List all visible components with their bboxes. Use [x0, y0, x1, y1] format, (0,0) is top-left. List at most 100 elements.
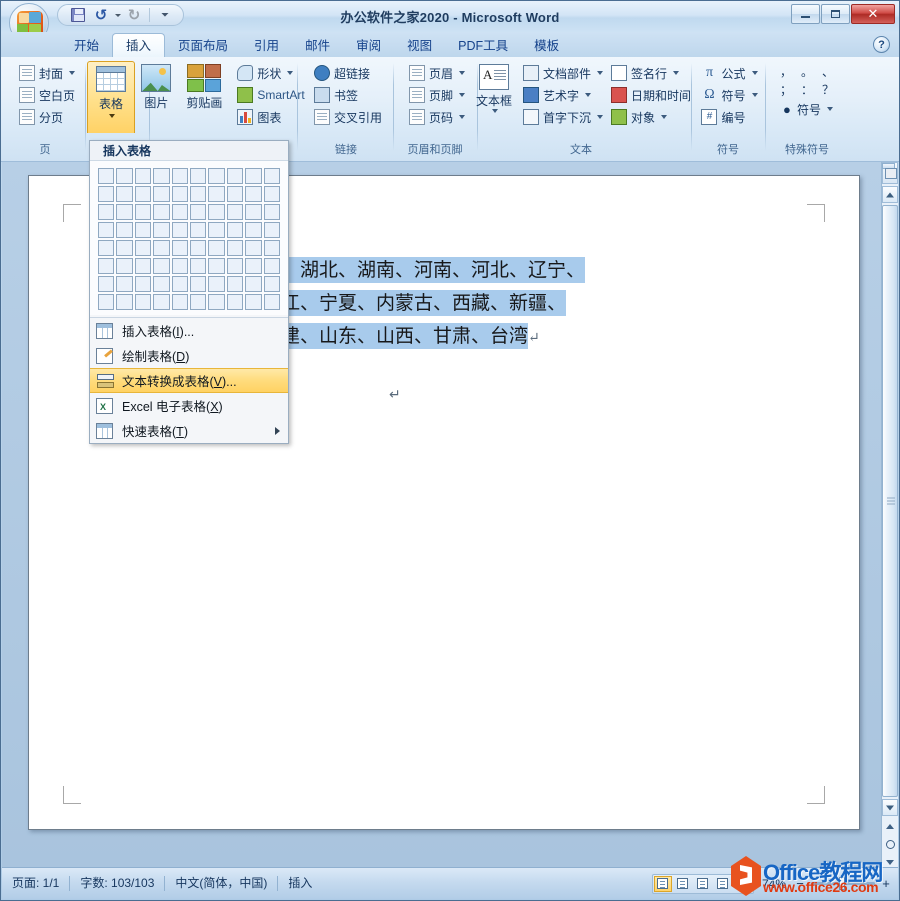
table-size-cell[interactable]: [171, 204, 188, 220]
scroll-up-button[interactable]: [882, 186, 898, 203]
table-size-cell[interactable]: [263, 276, 280, 292]
clip-art-button[interactable]: 剪贴画: [178, 62, 230, 111]
table-size-cell[interactable]: [226, 240, 244, 256]
zoom-out-button[interactable]: −: [794, 876, 806, 891]
table-size-cell[interactable]: [116, 276, 133, 292]
table-size-cell[interactable]: [153, 240, 170, 256]
table-size-cell[interactable]: [98, 168, 115, 184]
table-size-cell[interactable]: [153, 168, 170, 184]
table-size-cell[interactable]: [208, 276, 225, 292]
table-size-cell[interactable]: [153, 294, 170, 310]
table-size-cell[interactable]: [208, 204, 225, 220]
table-size-cell[interactable]: [226, 222, 244, 238]
special-symbol-button[interactable]: ● 符号: [778, 98, 836, 120]
table-size-cell[interactable]: [189, 240, 207, 256]
table-size-cell[interactable]: [171, 240, 188, 256]
table-size-cell[interactable]: [263, 222, 280, 238]
previous-page-button[interactable]: [882, 818, 898, 835]
tab-templates[interactable]: 模板: [521, 35, 572, 58]
table-size-cell[interactable]: [171, 168, 188, 184]
table-size-cell[interactable]: [116, 204, 133, 220]
hyperlink-button[interactable]: 超链接: [311, 62, 373, 84]
table-size-cell[interactable]: [98, 204, 115, 220]
text-box-button[interactable]: A 文本框: [468, 62, 520, 113]
table-size-cell[interactable]: [245, 294, 262, 310]
tab-pdf-tools[interactable]: PDF工具: [445, 35, 521, 58]
table-size-cell[interactable]: [263, 258, 280, 274]
table-size-cell[interactable]: [208, 168, 225, 184]
table-size-cell[interactable]: [189, 276, 207, 292]
close-button[interactable]: ✕: [851, 4, 895, 24]
table-size-cell[interactable]: [153, 258, 170, 274]
table-size-cell[interactable]: [116, 222, 133, 238]
symbol-colon[interactable]: ：: [801, 81, 813, 98]
menu-item-quick-tables[interactable]: 快速表格(T): [90, 418, 288, 443]
picture-button[interactable]: 图片: [134, 62, 178, 111]
table-size-cell[interactable]: [134, 204, 152, 220]
page-break-button[interactable]: 分页: [16, 106, 66, 128]
tab-insert[interactable]: 插入: [112, 33, 166, 58]
table-size-cell[interactable]: [153, 276, 170, 292]
page-number-button[interactable]: 页码: [406, 106, 468, 128]
table-size-cell[interactable]: [263, 186, 280, 202]
table-size-cell[interactable]: [153, 222, 170, 238]
table-size-cell[interactable]: [208, 222, 225, 238]
table-size-cell[interactable]: [116, 168, 133, 184]
table-size-cell[interactable]: [245, 276, 262, 292]
symbol-button[interactable]: Ω 符号: [698, 84, 760, 106]
menu-item-convert-text-to-table[interactable]: 文本转换成表格(V)...: [90, 368, 288, 393]
table-size-cell[interactable]: [98, 222, 115, 238]
table-size-cell[interactable]: [134, 168, 152, 184]
table-size-cell[interactable]: [98, 258, 115, 274]
table-size-cell[interactable]: [226, 276, 244, 292]
help-button[interactable]: ?: [873, 36, 890, 53]
table-size-cell[interactable]: [171, 276, 188, 292]
symbol-question[interactable]: ？: [822, 81, 834, 98]
table-size-cell[interactable]: [226, 294, 244, 310]
outline-view-button[interactable]: [714, 876, 732, 892]
table-size-cell[interactable]: [153, 186, 170, 202]
vertical-scroll-thumb[interactable]: [882, 205, 898, 797]
table-size-cell[interactable]: [263, 168, 280, 184]
table-size-cell[interactable]: [98, 276, 115, 292]
table-size-cell[interactable]: [171, 294, 188, 310]
table-size-cell[interactable]: [116, 240, 133, 256]
tab-page-layout[interactable]: 页面布局: [165, 35, 241, 58]
table-button[interactable]: 表格: [87, 61, 135, 133]
blank-page-button[interactable]: 空白页: [16, 84, 78, 106]
table-size-cell[interactable]: [189, 222, 207, 238]
table-size-cell[interactable]: [153, 204, 170, 220]
select-browse-object-button[interactable]: [882, 836, 898, 853]
status-language[interactable]: 中文(简体，中国): [165, 874, 277, 893]
header-button[interactable]: 页眉: [406, 62, 468, 84]
table-size-cell[interactable]: [171, 258, 188, 274]
signature-line-button[interactable]: 签名行: [608, 62, 694, 84]
table-size-grid[interactable]: [98, 168, 280, 310]
zoom-slider[interactable]: − +: [794, 876, 892, 891]
status-word-count[interactable]: 字数: 103/103: [70, 874, 164, 893]
scroll-down-button[interactable]: [882, 799, 898, 816]
table-size-cell[interactable]: [226, 204, 244, 220]
table-size-cell[interactable]: [171, 222, 188, 238]
table-size-cell[interactable]: [189, 186, 207, 202]
equation-button[interactable]: π 公式: [698, 62, 760, 84]
zoom-level-label[interactable]: 74%: [762, 877, 786, 891]
table-size-cell[interactable]: [171, 186, 188, 202]
table-size-cell[interactable]: [116, 258, 133, 274]
table-size-cell[interactable]: [134, 240, 152, 256]
table-size-cell[interactable]: [226, 258, 244, 274]
bookmark-button[interactable]: 书签: [311, 84, 361, 106]
cover-page-button[interactable]: 封面: [16, 62, 78, 84]
table-size-picker[interactable]: [90, 161, 288, 315]
tab-home[interactable]: 开始: [61, 35, 112, 58]
table-size-cell[interactable]: [245, 204, 262, 220]
table-size-cell[interactable]: [189, 294, 207, 310]
vertical-scrollbar[interactable]: [881, 162, 898, 867]
table-size-cell[interactable]: [245, 240, 262, 256]
table-size-cell[interactable]: [134, 258, 152, 274]
select-browse-object-top[interactable]: [882, 162, 898, 184]
footer-button[interactable]: 页脚: [406, 84, 468, 106]
symbol-enum-comma[interactable]: 、: [822, 63, 834, 80]
table-size-cell[interactable]: [134, 222, 152, 238]
drop-cap-button[interactable]: 首字下沉: [520, 106, 606, 128]
